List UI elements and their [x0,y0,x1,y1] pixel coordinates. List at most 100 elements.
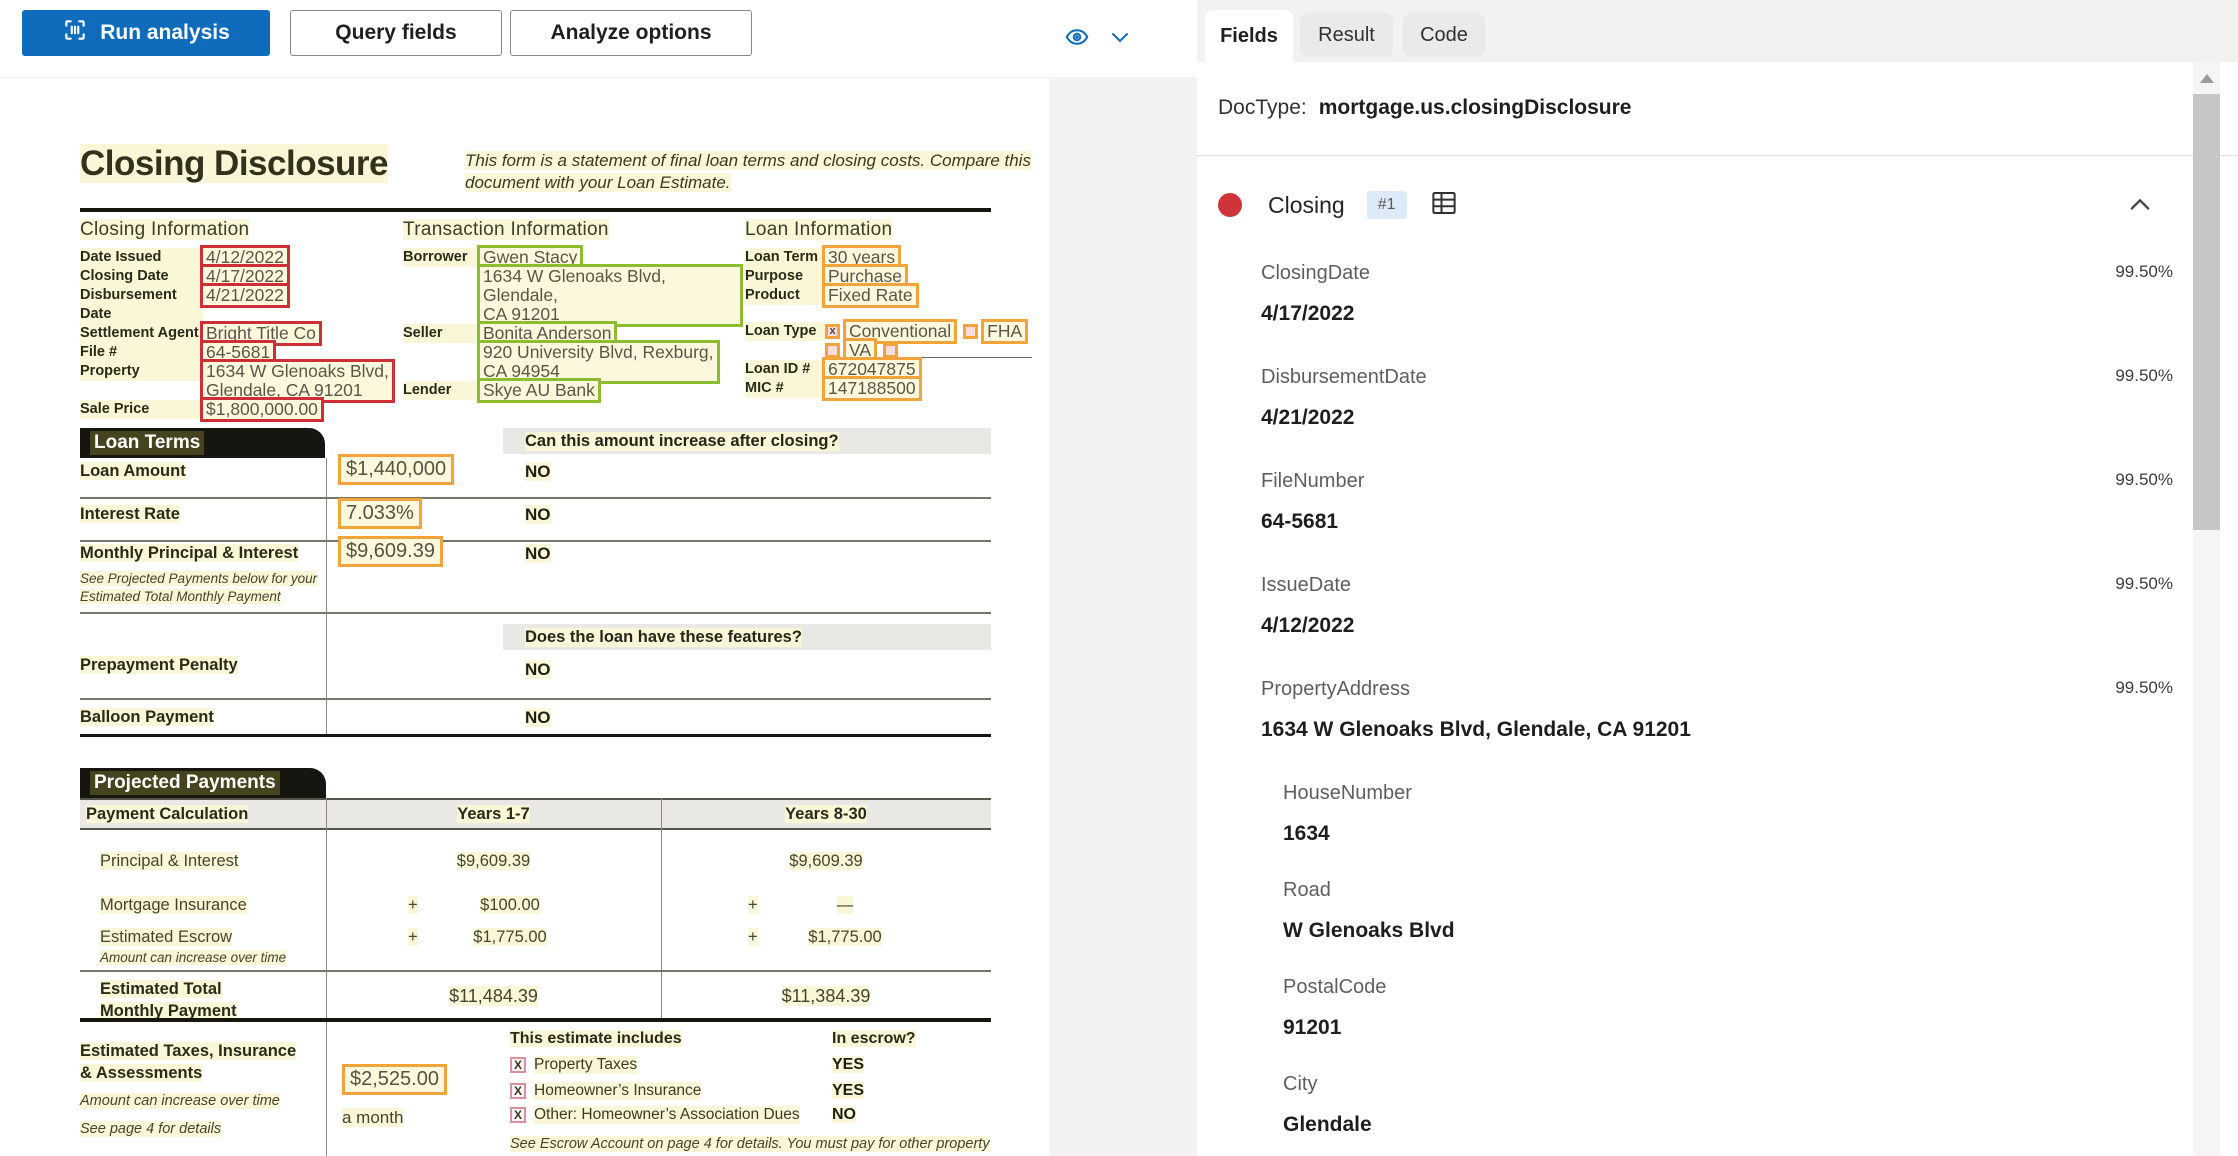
bbox-orange-fha[interactable]: FHA [981,319,1029,344]
bbox-green-lender[interactable]: Skye AU Bank [477,378,601,403]
checkbox-property-taxes[interactable]: X [510,1057,526,1073]
principal-interest-y830: $9,609.39 [789,852,863,870]
run-analysis-label: Run analysis [100,21,230,44]
estimated-escrow-note: Amount can increase over time [100,950,287,965]
tab-strip: Fields Result Code [1197,0,2238,62]
checkbox-other-empty[interactable] [883,343,899,358]
analyze-options-button[interactable]: Analyze options [510,10,752,56]
doc-title: Closing Disclosure [80,144,389,183]
collapse-chevron-up-icon[interactable] [2126,191,2154,224]
bbox-orange-taxes-amount[interactable]: $2,525.00 [342,1064,447,1095]
payment-calculation-header: Payment Calculation [86,805,249,823]
query-fields-button[interactable]: Query fields [290,10,502,56]
query-fields-label: Query fields [335,21,457,44]
prepayment-penalty-answer: NO [525,660,551,679]
escrow-yes: YES [832,1056,865,1073]
tab-fields[interactable]: Fields [1205,10,1293,62]
taxes-item-row: X Property Taxes [510,1056,638,1074]
field-row-disbursementdate[interactable]: DisbursementDate 4/21/2022 99.50% [1197,352,2193,456]
eye-icon[interactable] [1062,24,1092,55]
projected-payments-table: Projected Payments Payment Calculation Y… [80,768,991,1022]
section-name: Closing [1268,191,1345,218]
doc-label: Purpose [745,267,825,286]
title-rule [80,208,991,212]
bbox-red-disbursement-date[interactable]: 4/21/2022 [200,283,290,308]
closing-section-header[interactable]: Closing #1 [1218,183,2178,227]
panel-scrollbar[interactable] [2193,62,2220,1156]
prepayment-penalty-label: Prepayment Penalty [80,656,238,674]
confidence-value: 99.50% [2115,470,2173,489]
tab-result[interactable]: Result [1300,13,1393,57]
monthly-pi-note: See Projected Payments below for your Es… [80,571,318,604]
mortgage-insurance-y17: $100.00 [480,896,540,914]
loan-terms-table: Loan Terms Can this amount increase afte… [80,428,991,738]
checkbox-conventional-checked[interactable]: x [825,324,840,339]
checkbox-other-hoa-dues[interactable]: X [510,1107,526,1123]
monthly-pi-label: Monthly Principal & Interest [80,544,299,562]
bbox-orange-monthly-pi[interactable]: $9,609.39 [338,536,443,567]
scrollbar-thumb[interactable] [2193,94,2220,530]
mortgage-insurance-label: Mortgage Insurance [100,896,247,914]
field-row-city[interactable]: City Glendale [1197,1059,2193,1156]
bbox-orange-product[interactable]: Fixed Rate [822,283,919,308]
doc-label: Loan Type [745,322,825,341]
bbox-green-borrower-address[interactable]: 1634 W Glenoaks Blvd, Glendale, CA 91201 [477,264,743,327]
estimated-taxes-label: Estimated Taxes, Insurance & Assessments [80,1042,297,1082]
loan-amount-answer: NO [525,462,551,481]
doc-label: Closing Date [80,267,203,286]
in-escrow-header: In escrow? [832,1030,916,1047]
run-analysis-button[interactable]: Run analysis [22,10,270,56]
loan-type-blank-line [904,344,1033,358]
field-row-propertyaddress[interactable]: PropertyAddress 1634 W Glenoaks Blvd, Gl… [1197,664,2193,768]
checkbox-homeowners-insurance[interactable]: X [510,1083,526,1099]
field-row-issuedate[interactable]: IssueDate 4/12/2022 99.50% [1197,560,2193,664]
estimated-escrow-label: Estimated Escrow [100,928,233,946]
doc-label: Seller [403,324,480,343]
document-viewer: Closing Disclosure This form is a statem… [0,78,1197,1156]
taxes-note1: Amount can increase over time [80,1093,280,1109]
field-row-road[interactable]: Road W Glenoaks Blvd [1197,865,2193,962]
panel-divider [1197,155,2238,156]
doc-label: Borrower [403,248,480,267]
transaction-info-header: Transaction Information [403,219,609,240]
field-row-filenumber[interactable]: FileNumber 64-5681 99.50% [1197,456,2193,560]
monthly-pi-answer: NO [525,544,551,563]
table-grid-icon[interactable] [1429,188,1459,223]
doctype-label: DocType: [1218,96,1307,119]
scrollbar-up-arrow[interactable] [2200,74,2214,83]
bbox-orange-mic[interactable]: 147188500 [822,376,922,401]
loan-terms-question1: Can this amount increase after closing? [503,428,991,454]
estimated-escrow-y17: $1,775.00 [473,928,547,946]
instance-badge: #1 [1366,191,1407,219]
principal-interest-label: Principal & Interest [100,852,239,870]
field-row-closingdate[interactable]: ClosingDate 4/17/2022 99.50% [1197,248,2193,352]
bbox-red-sale-price[interactable]: $1,800,000.00 [200,397,324,422]
field-row-postalcode[interactable]: PostalCode 91201 [1197,962,2193,1059]
document-page[interactable]: Closing Disclosure This form is a statem… [0,78,1050,1156]
doc-label: Loan Term [745,248,825,267]
checkbox-va-empty[interactable] [825,343,840,358]
checkbox-fha-empty[interactable] [963,324,979,339]
tab-code[interactable]: Code [1403,13,1485,57]
balloon-payment-answer: NO [525,708,551,727]
doc-intro: This form is a statement of final loan t… [465,151,1031,192]
field-row-housenumber[interactable]: HouseNumber 1634 [1197,768,2193,865]
escrow-yes: YES [832,1082,865,1099]
estimated-total-label: Estimated Total Monthly Payment [100,980,237,1020]
interest-rate-label: Interest Rate [80,505,180,523]
doc-label: MIC # [745,379,825,398]
doc-label: Sale Price [80,400,203,419]
bbox-orange-interest-rate[interactable]: 7.033% [338,498,422,529]
bbox-orange-loan-amount[interactable]: $1,440,000 [338,454,455,485]
doc-label: Loan ID # [745,360,825,379]
doc-label: Settlement Agent [80,324,203,343]
doc-label: Product [745,286,825,305]
escrow-no: NO [832,1106,856,1123]
doctype-row: DocType: mortgage.us.closingDisclosure [1218,96,1631,120]
estimated-taxes-section: Estimated Taxes, Insurance & Assessments… [80,1022,991,1156]
escrow-footnote: See Escrow Account on page 4 for details… [510,1136,990,1152]
balloon-payment-label: Balloon Payment [80,708,214,726]
confidence-value: 99.50% [2115,366,2173,385]
chevron-down-icon[interactable] [1108,25,1132,54]
fields-panel: Fields Result Code DocType: mortgage.us.c… [1197,0,2238,1156]
